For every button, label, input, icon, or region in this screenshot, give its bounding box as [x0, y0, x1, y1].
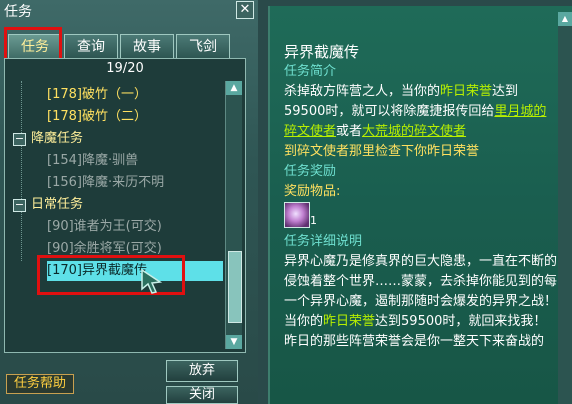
window-title: 任务	[4, 4, 32, 20]
quest-help-button[interactable]: 任务帮助	[6, 374, 74, 394]
scroll-thumb[interactable]	[228, 251, 242, 323]
quest-goal: 到碎文使者那里检查下你昨日荣誉	[284, 144, 480, 159]
tab-query[interactable]: 查询	[64, 34, 118, 59]
close-button[interactable]: 关闭	[166, 386, 238, 404]
mouse-cursor-icon	[141, 268, 163, 294]
list-item[interactable]: [90]谁者为王(可交)	[47, 217, 162, 237]
quest-detail-content: 异界截魔传 任务简介 杀掉敌方阵营之人，当你的昨日荣誉达到59500时，就可以将…	[284, 42, 558, 352]
section-heading: 任务详细说明	[284, 234, 363, 249]
list-item[interactable]: [178]破竹（二）	[47, 107, 147, 127]
collapse-icon[interactable]: −	[13, 199, 26, 212]
reward-slot: 1	[284, 202, 558, 232]
list-scrollbar[interactable]: ▲ ▼	[225, 81, 242, 349]
category-label[interactable]: 日常任务	[31, 195, 83, 215]
tree-guide-line	[21, 81, 23, 261]
reward-label: 奖励物品:	[284, 184, 341, 199]
section-heading: 任务奖励	[284, 164, 337, 179]
page-counter: 19/20	[106, 61, 144, 76]
honor-keyword: 昨日荣誉	[440, 84, 493, 99]
close-window-button[interactable]: ✕	[236, 1, 254, 19]
quest-list: 19/20 [178]破竹（一） [178]破竹（二） − 降魔任务 [154]…	[4, 58, 246, 353]
list-item[interactable]: [154]降魔·驯兽	[47, 151, 138, 171]
intro-text: 或者	[336, 124, 363, 139]
category-label[interactable]: 降魔任务	[31, 129, 83, 149]
detail-scrollbar[interactable]: ▲	[558, 12, 572, 404]
tab-flying-sword[interactable]: 飞剑	[176, 34, 230, 59]
intro-text: 杀掉敌方阵营之人，当你的	[284, 84, 441, 99]
reward-count: 1	[310, 214, 317, 227]
collapse-icon[interactable]: −	[13, 133, 26, 146]
npc-link[interactable]: 大荒城的碎文使者	[362, 124, 466, 139]
section-heading: 任务简介	[284, 64, 337, 79]
abandon-button[interactable]: 放弃	[166, 360, 238, 382]
honor-keyword: 昨日荣誉	[323, 314, 376, 329]
scroll-down-icon[interactable]: ▼	[226, 335, 242, 349]
scroll-up-icon[interactable]: ▲	[226, 81, 242, 95]
list-item[interactable]: [178]破竹（一）	[47, 85, 147, 105]
quest-description: 异界心魔乃是修真界的巨大隐患，一直在不断的侵蚀着整个世界……蒙蒙，去杀掉你能见到…	[284, 252, 558, 352]
scroll-up-icon[interactable]: ▲	[558, 12, 572, 26]
list-item[interactable]: [156]降魔·来历不明	[47, 173, 164, 193]
quest-intro: 杀掉敌方阵营之人，当你的昨日荣誉达到59500时，就可以将除魔捷报传回给里月城的…	[284, 82, 558, 142]
purple-orb-icon[interactable]: 1	[284, 202, 317, 228]
quest-detail-panel: ▲ 异界截魔传 任务简介 杀掉敌方阵营之人，当你的昨日荣誉达到59500时，就可…	[268, 6, 572, 404]
quest-title: 异界截魔传	[284, 43, 360, 61]
tab-story[interactable]: 故事	[120, 34, 174, 59]
quest-window: 任务 ✕ 任务 查询 故事 飞剑 19/20 [178]破竹（一） [178]破…	[0, 0, 258, 404]
